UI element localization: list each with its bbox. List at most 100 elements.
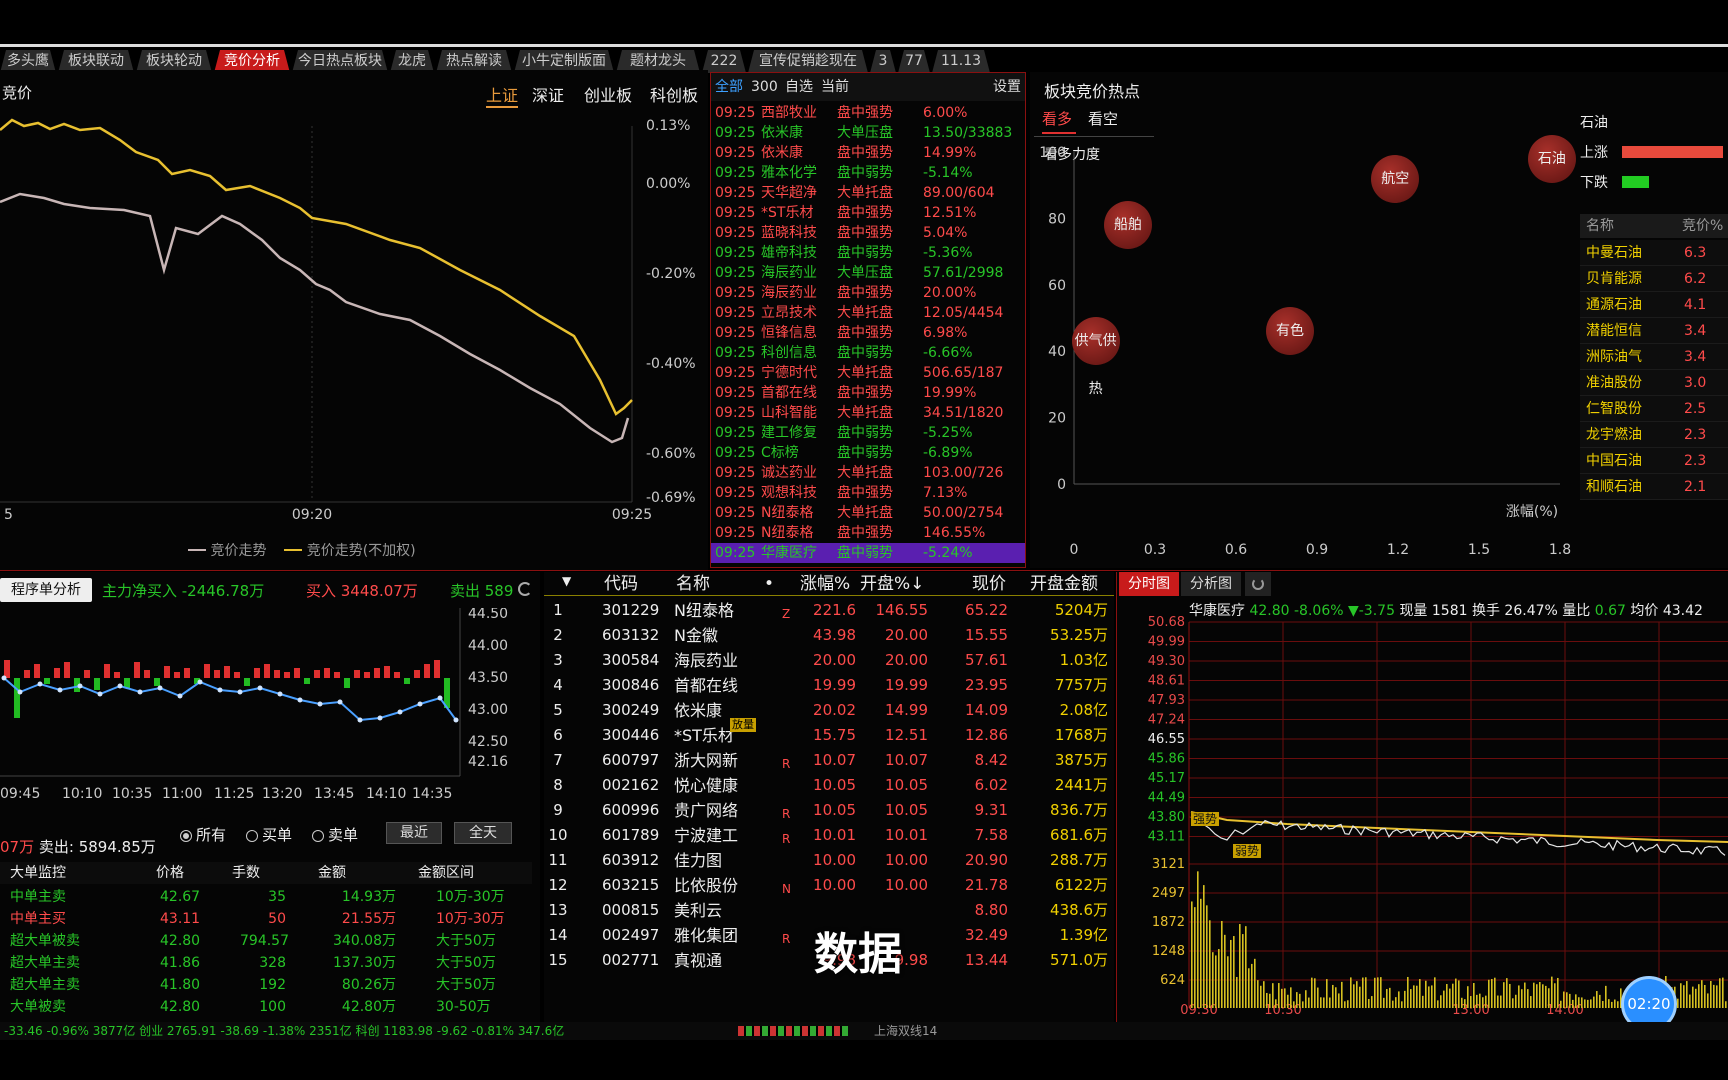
sector-row-value: 2.5 <box>1684 401 1707 417</box>
ranking-header-3[interactable]: 涨幅% <box>800 572 850 596</box>
ticker-time: 09:25 <box>715 325 756 341</box>
program-filter-sell[interactable]: 卖单 <box>312 824 358 845</box>
ticker-row[interactable]: 09:25 宁德时代 大单托盘 506.65/187 <box>711 363 1025 383</box>
ranking-sort-icon[interactable]: ▼ <box>562 574 571 588</box>
bigorder-row[interactable]: 超大单被卖 42.80 794.57 340.08万 大于50万 <box>0 930 532 952</box>
ranking-row[interactable]: 7 600797 浙大网新 R 10.07 10.07 8.42 3875万 <box>544 748 1114 773</box>
bigorder-row[interactable]: 中单主卖 42.67 35 14.93万 10万-30万 <box>0 886 532 908</box>
legend-down-track <box>1622 176 1728 188</box>
sector-row-name: 和顺石油 <box>1586 479 1642 495</box>
ticker-tab-watchlist[interactable]: 自选 <box>785 73 813 101</box>
sector-table-row[interactable]: 潜能恒信 3.4 <box>1580 318 1728 344</box>
ticker-row[interactable]: 09:25 雄帝科技 盘中弱势 -5.36% <box>711 243 1025 263</box>
intraday-volume-bar <box>1599 994 1601 1008</box>
sector-table-row[interactable]: 和顺石油 2.1 <box>1580 474 1728 500</box>
ranking-row[interactable]: 12 603215 比依股份 N 10.00 10.00 21.78 6122万 <box>544 873 1114 898</box>
ticker-row[interactable]: 09:25 华康医疗 盘中弱势 -5.24% <box>711 543 1025 563</box>
ticker-row[interactable]: 09:25 依米康 大单压盘 13.50/33883 <box>711 123 1025 143</box>
ticker-name: 观想科技 <box>761 485 817 501</box>
ranking-row[interactable]: 2 603132 N金徽 43.98 20.00 15.55 53.25万 <box>544 623 1114 648</box>
ranking-header-0[interactable]: 代码 <box>604 572 638 596</box>
bigorder-row[interactable]: 超大单主卖 41.86 328 137.30万 大于50万 <box>0 952 532 974</box>
intraday-volume-bar <box>1299 993 1301 1008</box>
ranking-row[interactable]: 4 300846 首都在线 19.99 19.99 23.95 7757万 <box>544 673 1114 698</box>
ticker-row[interactable]: 09:25 立昂技术 大单托盘 12.05/4454 <box>711 303 1025 323</box>
ticker-tab-current[interactable]: 当前 <box>821 73 849 101</box>
ranking-row[interactable]: 6 300446 *ST乐材 15.75 12.51 12.86 1768万 <box>544 723 1114 748</box>
sector-panel: 板块竞价热点 看多 看空 看多力度 100 80 60 40 20 0 0 0.3 0.6 0.9… <box>1030 72 1728 568</box>
ticker-row[interactable]: 09:25 海辰药业 盘中强势 20.00% <box>711 283 1025 303</box>
ticker-row[interactable]: 09:25 雅本化学 盘中弱势 -5.14% <box>711 163 1025 183</box>
program-filter-all[interactable]: 所有 <box>180 824 226 845</box>
sector-table-row[interactable]: 中曼石油 6.3 <box>1580 240 1728 266</box>
ticker-row[interactable]: 09:25 观想科技 盘中强势 7.13% <box>711 483 1025 503</box>
ticker-row[interactable]: 09:25 *ST乐材 盘中强势 12.51% <box>711 203 1025 223</box>
sector-bubble[interactable]: 石油 <box>1527 134 1576 183</box>
program-refresh-icon[interactable] <box>518 582 532 596</box>
program-allday-button[interactable]: 全天 <box>454 822 512 844</box>
ranking-row[interactable]: 1 301229 N纽泰格 Z 221.6 146.55 65.22 5204万 <box>544 598 1114 623</box>
ticker-row[interactable]: 09:25 诚达药业 大单托盘 103.00/726 <box>711 463 1025 483</box>
ticker-row[interactable]: 09:25 首都在线 盘中强势 19.99% <box>711 383 1025 403</box>
tab-12[interactable]: 77 <box>898 50 930 73</box>
ticker-row[interactable]: 09:25 C标榜 盘中弱势 -6.89% <box>711 443 1025 463</box>
ticker-row[interactable]: 09:25 山科智能 大单托盘 34.51/1820 <box>711 403 1025 423</box>
tab-10[interactable]: 宣传促销趁现在 <box>748 50 868 73</box>
tab-9[interactable]: 222 <box>702 50 746 73</box>
ranking-amount: 1768万 <box>1054 726 1108 744</box>
ranking-row[interactable]: 11 603912 佳力图 10.00 10.00 20.90 288.7万 <box>544 848 1114 873</box>
ticker-row[interactable]: 09:25 海辰药业 大单压盘 57.61/2998 <box>711 263 1025 283</box>
program-recent-button[interactable]: 最近 <box>386 822 442 844</box>
ticker-row[interactable]: 09:25 蓝晓科技 盘中强势 5.04% <box>711 223 1025 243</box>
ticker-row[interactable]: 09:25 天华超净 大单托盘 89.00/604 <box>711 183 1025 203</box>
ticker-event: 大单托盘 <box>837 185 893 201</box>
ticker-settings[interactable]: 设置 <box>993 73 1021 101</box>
intraday-volume-bar <box>1497 995 1499 1008</box>
ranking-open: 10.05 <box>885 801 928 819</box>
sector-bubble[interactable]: 船舶 <box>1104 201 1152 250</box>
tab-11[interactable]: 3 <box>870 50 896 73</box>
sector-table-row[interactable]: 龙宇燃油 2.3 <box>1580 422 1728 448</box>
ticker-row[interactable]: 09:25 依米康 盘中强势 14.99% <box>711 143 1025 163</box>
ticker-row[interactable]: 09:25 建工修复 盘中弱势 -5.25% <box>711 423 1025 443</box>
intraday-volume-bar <box>1611 1001 1613 1008</box>
bigorder-row[interactable]: 中单主买 43.11 50 21.55万 10万-30万 <box>0 908 532 930</box>
ticker-tab-all[interactable]: 全部 <box>715 73 743 101</box>
ticker-row[interactable]: 09:25 西部牧业 盘中强势 6.00% <box>711 103 1025 123</box>
sector-table-row[interactable]: 仁智股份 2.5 <box>1580 396 1728 422</box>
program-ytick-2: 43.50 <box>468 670 508 686</box>
program-ytick-4: 42.50 <box>468 734 508 750</box>
ranking-header-6[interactable]: 开盘金额 <box>1030 572 1098 596</box>
sector-table-row[interactable]: 贝肯能源 6.2 <box>1580 266 1728 292</box>
ranking-row[interactable]: 8 002162 悦心健康 10.05 10.05 6.02 2441万 <box>544 773 1114 798</box>
ticker-row[interactable]: 09:25 N纽泰格 盘中强势 146.55% <box>711 523 1025 543</box>
ranking-row[interactable]: 3 300584 海辰药业 20.00 20.00 57.61 1.03亿 <box>544 648 1114 673</box>
sector-table-row[interactable]: 通源石油 4.1 <box>1580 292 1728 318</box>
sector-table-row[interactable]: 洲际油气 3.4 <box>1580 344 1728 370</box>
ranking-header-4[interactable]: 开盘%↓ <box>860 572 924 596</box>
sector-bubble[interactable]: 供气供热 <box>1071 317 1120 397</box>
ticker-value: 20.00% <box>923 285 977 301</box>
ranking-row[interactable]: 5 300249 依米康 20.02 14.99 14.09 2.08亿 <box>544 698 1114 723</box>
ticker-row[interactable]: 09:25 N纽泰格 大单托盘 50.00/2754 <box>711 503 1025 523</box>
sector-table-row[interactable]: 中国石油 2.3 <box>1580 448 1728 474</box>
tab-13[interactable]: 11.13 <box>932 50 990 73</box>
program-filter-buy[interactable]: 买单 <box>246 824 292 845</box>
ranking-header-5[interactable]: 现价 <box>972 572 1006 596</box>
ticker-row[interactable]: 09:25 恒锋信息 盘中强势 6.98% <box>711 323 1025 343</box>
bigorder-row[interactable]: 超大单主卖 41.80 192 80.26万 大于50万 <box>0 974 532 996</box>
ticker-tab-300[interactable]: 300 <box>751 73 778 101</box>
ranking-row[interactable]: 10 601789 宁波建工 R 10.01 10.01 7.58 681.6万 <box>544 823 1114 848</box>
ranking-header-1[interactable]: 名称 <box>676 572 710 596</box>
intraday-volume-bar <box>1239 924 1241 1008</box>
ranking-row[interactable]: 9 600996 贵广网络 R 10.05 10.05 9.31 836.7万 <box>544 798 1114 823</box>
ticker-row[interactable]: 09:25 科创信息 盘中弱势 -6.66% <box>711 343 1025 363</box>
sector-row-name: 通源石油 <box>1586 297 1642 313</box>
intraday-volume-bar <box>1416 985 1418 1008</box>
bigorder-row[interactable]: 大单被卖 42.80 100 42.80万 30-50万 <box>0 996 532 1018</box>
ticker-time: 09:25 <box>715 145 756 161</box>
sector-bubble[interactable]: 航空 <box>1371 154 1420 203</box>
sector-table-row[interactable]: 准油股份 3.0 <box>1580 370 1728 396</box>
sector-bubble[interactable]: 有色 <box>1266 307 1314 356</box>
program-tab[interactable]: 程序单分析 <box>0 578 92 602</box>
